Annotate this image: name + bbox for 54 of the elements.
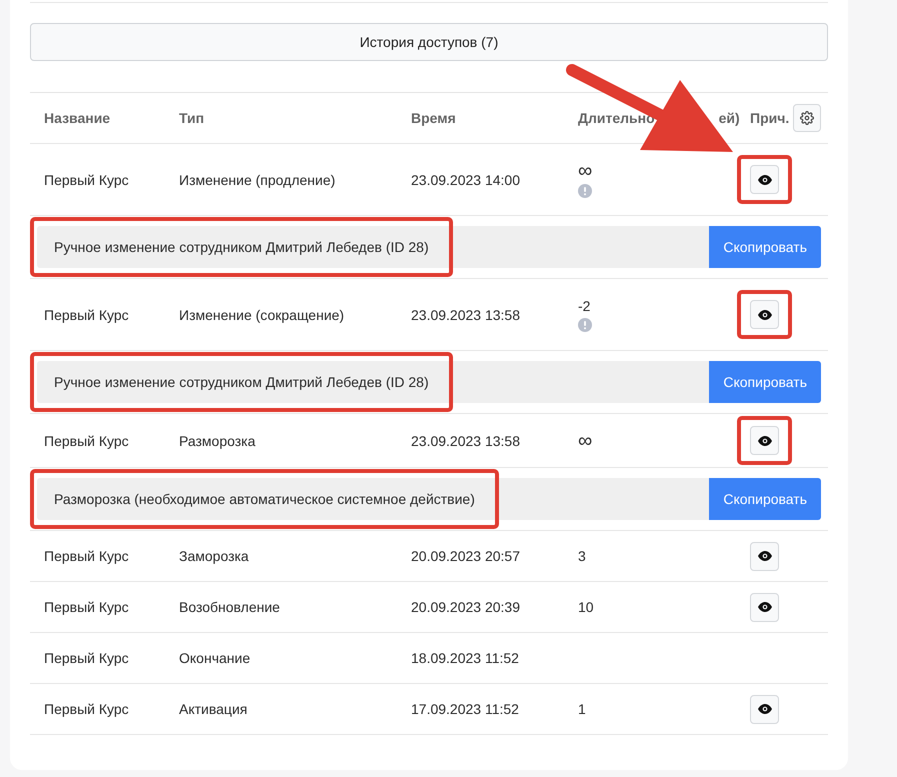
table-cell-text: Первый Курс	[43, 701, 130, 717]
view-button[interactable]	[750, 300, 779, 329]
table-cell-text: 23.09.2023 13:58	[410, 432, 521, 448]
table-cell-text: Первый Курс	[43, 548, 130, 564]
column-header: Время	[411, 110, 456, 126]
table-cell: -2	[578, 298, 590, 314]
column-header: Название	[44, 110, 110, 126]
view-button[interactable]	[750, 426, 779, 455]
column-header: Тип	[179, 110, 204, 126]
eye-icon	[758, 551, 772, 561]
table-cell: 10	[578, 599, 594, 615]
copy-button[interactable]: Скопировать	[709, 478, 821, 520]
table-cell-text: Активация	[178, 701, 248, 717]
column-header: ей)	[718, 110, 740, 126]
table-cell-text: Первый Курс	[43, 172, 130, 188]
table-cell-text: Возобновление	[178, 599, 281, 615]
eye-icon	[758, 704, 772, 714]
table-cell-text: Разморозка	[178, 432, 256, 448]
eye-icon	[758, 310, 772, 320]
settings-icon	[800, 111, 814, 125]
table-cell: ∞	[578, 432, 592, 450]
copy-button[interactable]: Скопировать	[709, 361, 821, 403]
table-cell-text: 20.09.2023 20:57	[410, 548, 521, 564]
table-cell-text: 20.09.2023 20:39	[410, 599, 521, 615]
table-cell-text: Первый Курс	[43, 432, 130, 448]
reason-text: Ручное изменение сотрудником Дмитрий Лебедев (ID 28)	[54, 374, 429, 390]
table-cell-text: 17.09.2023 11:52	[410, 701, 520, 717]
table-cell-text: Заморозка	[178, 548, 250, 564]
settings-button[interactable]	[793, 104, 822, 132]
table-cell: ∞	[578, 162, 592, 180]
table-cell-text: Первый Курс	[43, 599, 130, 615]
table-cell: 3	[578, 548, 586, 564]
reason-text: Разморозка (необходимое автоматическое системное действие)	[54, 491, 475, 507]
eye-icon	[758, 174, 772, 184]
copy-button[interactable]: Скопировать	[709, 226, 821, 268]
table-cell-text: 18.09.2023 11:52	[410, 650, 520, 666]
eye-icon	[758, 436, 772, 446]
eye-icon	[758, 602, 772, 612]
history-button[interactable]: История доступов (7)	[30, 23, 828, 61]
reason-text: Ручное изменение сотрудником Дмитрий Лебедев (ID 28)	[54, 239, 429, 255]
view-button[interactable]	[750, 592, 779, 622]
column-header: Длительно	[578, 110, 655, 126]
table-cell: 1	[578, 701, 586, 717]
column-header: Прич.	[750, 110, 790, 126]
table-cell-text: 23.09.2023 13:58	[410, 306, 521, 322]
table-cell-text: 23.09.2023 14:00	[410, 172, 521, 188]
table-cell-text: Первый Курс	[43, 306, 130, 322]
table-cell-text: Первый Курс	[43, 650, 130, 666]
table-cell-text: Окончание	[178, 650, 252, 666]
view-button[interactable]	[750, 694, 779, 724]
view-button[interactable]	[750, 165, 779, 194]
view-button[interactable]	[750, 542, 779, 570]
table-cell-text: Изменение (продление)	[178, 172, 336, 188]
table-cell-text: Изменение (сокращение)	[178, 306, 346, 322]
